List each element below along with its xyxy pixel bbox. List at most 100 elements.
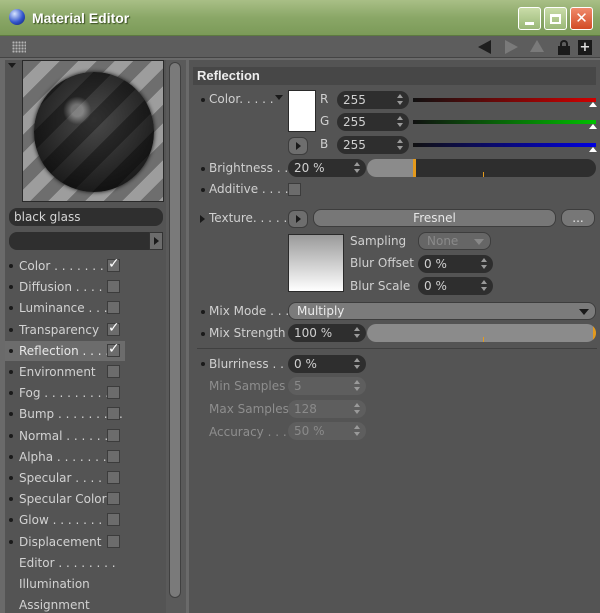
color-animate-dot[interactable] (201, 98, 205, 102)
channel-checkbox[interactable] (107, 535, 120, 548)
channel-checkbox[interactable] (107, 492, 120, 505)
brightness-slider-knob[interactable] (413, 159, 416, 177)
brightness-field[interactable]: 20 % (288, 159, 366, 177)
accuracy-label: Accuracy . . . (209, 425, 287, 439)
maximize-button[interactable] (544, 7, 567, 30)
channel-item[interactable]: Illumination (5, 574, 125, 594)
min-samples-field[interactable]: 5 (288, 377, 366, 395)
combo-arrow-icon[interactable] (149, 232, 163, 250)
mix-mode-dropdown[interactable]: Multiply (288, 302, 596, 320)
accuracy-spin-arrows-icon[interactable] (354, 425, 360, 437)
mix-strength-animate-dot[interactable] (201, 332, 205, 336)
blurriness-animate-dot[interactable] (201, 362, 205, 366)
mix-mode-animate-dot[interactable] (201, 310, 205, 314)
texture-more-button[interactable]: ... (561, 209, 595, 227)
channel-checkbox[interactable] (107, 301, 120, 314)
max-samples-value: 128 (294, 402, 317, 416)
channel-checkbox[interactable] (107, 429, 120, 442)
color-picker-button[interactable] (288, 137, 308, 155)
r-spin-arrows-icon[interactable] (397, 94, 403, 106)
red-gradient-slider[interactable] (413, 98, 596, 102)
channel-animate-dot (9, 328, 13, 332)
preview-menu-icon[interactable] (8, 63, 16, 68)
max-samples-spin-arrows-icon[interactable] (354, 403, 360, 415)
brightness-spin-arrows-icon[interactable] (354, 162, 360, 174)
blur-offset-spin-arrows-icon[interactable] (481, 258, 487, 270)
accuracy-field[interactable]: 50 % (288, 422, 366, 440)
additive-animate-dot[interactable] (201, 188, 205, 192)
channel-checkbox[interactable] (107, 341, 120, 357)
minimize-button[interactable] (518, 7, 541, 30)
channel-checkbox[interactable] (107, 513, 120, 526)
blurriness-field[interactable]: 0 % (288, 355, 366, 373)
channel-label: Specular Color (19, 492, 107, 506)
minimize-icon (525, 21, 534, 25)
sampling-dropdown[interactable]: None (418, 232, 491, 250)
blue-gradient-slider[interactable] (413, 143, 596, 147)
blurriness-spin-arrows-icon[interactable] (354, 358, 360, 370)
green-marker[interactable] (589, 124, 597, 129)
texture-name-button[interactable]: Fresnel (313, 209, 556, 227)
accuracy-value: 50 % (294, 424, 325, 438)
blue-marker[interactable] (589, 147, 597, 152)
b-spin-arrows-icon[interactable] (397, 139, 403, 151)
title-bar[interactable]: Material Editor ✕ (0, 0, 600, 36)
sampling-dropdown-icon (474, 239, 484, 245)
mix-strength-slider[interactable] (367, 324, 596, 342)
material-preview[interactable] (22, 60, 164, 202)
channel-label: Specular . . . . . (19, 471, 110, 485)
close-button[interactable]: ✕ (570, 7, 593, 30)
blurriness-label: Blurriness . . . (209, 357, 292, 371)
mix-strength-slider-knob[interactable] (593, 324, 596, 342)
additive-checkbox[interactable] (288, 183, 301, 196)
red-marker[interactable] (589, 102, 597, 107)
brightness-slider[interactable] (367, 159, 596, 177)
mix-strength-field[interactable]: 100 % (288, 324, 366, 342)
up-arrow-icon[interactable] (530, 40, 544, 52)
forward-arrow-icon[interactable] (505, 40, 518, 54)
channel-animate-dot (9, 455, 13, 459)
blur-scale-field[interactable]: 0 % (418, 277, 493, 295)
channel-item[interactable]: Assignment (5, 595, 125, 613)
mix-strength-slider-tick (483, 337, 484, 342)
new-panel-icon[interactable]: + (578, 40, 592, 55)
channel-item[interactable]: Editor . . . . . . . . (5, 553, 125, 573)
channel-checkbox[interactable] (107, 280, 120, 293)
texture-expand-icon[interactable] (200, 215, 205, 223)
blur-offset-label: Blur Offset (350, 256, 414, 270)
vertical-scrollbar[interactable] (169, 62, 181, 598)
texture-label: Texture. . . . . (209, 211, 288, 225)
b-value-field[interactable]: 255 (337, 136, 409, 154)
min-samples-spin-arrows-icon[interactable] (354, 380, 360, 392)
material-combo[interactable] (9, 232, 163, 250)
channel-label: Glow . . . . . . . . . (19, 513, 118, 527)
g-spin-arrows-icon[interactable] (397, 116, 403, 128)
channel-checkbox[interactable] (107, 365, 120, 378)
channel-checkbox[interactable] (107, 386, 120, 399)
material-name-field[interactable]: black glass (9, 208, 163, 226)
channel-checkbox[interactable] (107, 320, 120, 336)
channel-checkbox[interactable] (107, 450, 120, 463)
channel-animate-dot (9, 391, 13, 395)
section-divider (197, 348, 597, 349)
color-menu-icon[interactable] (275, 95, 283, 100)
channel-checkbox[interactable] (107, 407, 120, 420)
texture-menu-button[interactable] (288, 210, 308, 228)
channel-checkbox[interactable] (107, 471, 120, 484)
brightness-animate-dot[interactable] (201, 167, 205, 171)
grip-icon[interactable] (12, 41, 26, 53)
g-value-field[interactable]: 255 (337, 113, 409, 131)
channel-animate-dot (9, 476, 13, 480)
back-arrow-icon[interactable] (478, 40, 491, 54)
blur-offset-field[interactable]: 0 % (418, 255, 493, 273)
texture-preview[interactable] (288, 234, 344, 292)
color-swatch[interactable] (288, 90, 316, 132)
mix-strength-spin-arrows-icon[interactable] (354, 327, 360, 339)
r-value-field[interactable]: 255 (337, 91, 409, 109)
lock-icon[interactable] (558, 40, 570, 55)
green-gradient-slider[interactable] (413, 120, 596, 124)
channel-checkbox[interactable] (107, 256, 120, 272)
window-title: Material Editor (32, 10, 130, 26)
blur-scale-spin-arrows-icon[interactable] (481, 280, 487, 292)
max-samples-field[interactable]: 128 (288, 400, 366, 418)
